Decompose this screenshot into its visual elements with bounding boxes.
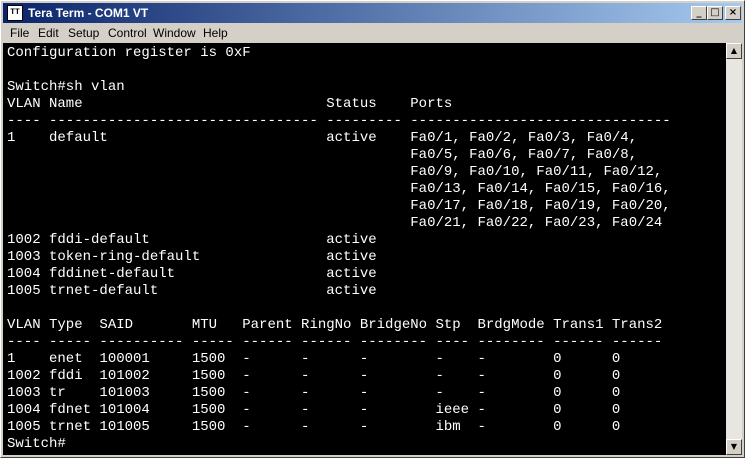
scroll-up-arrow-icon[interactable]: ▲: [726, 43, 742, 59]
terminal-line: Switch#: [7, 436, 66, 452]
terminal-line: VLAN Type SAID MTU Parent RingNo BridgeN…: [7, 317, 663, 333]
terminal-line: VLAN Name Status Ports: [7, 96, 453, 112]
title-bar[interactable]: TT Tera Term - COM1 VT _ □ ×: [3, 3, 742, 23]
close-button[interactable]: ×: [725, 6, 741, 20]
tera-term-window: TT Tera Term - COM1 VT _ □ × File Edit S…: [0, 0, 745, 458]
terminal-line: Fa0/5, Fa0/6, Fa0/7, Fa0/8,: [7, 147, 638, 163]
terminal-line: 1005 trnet-default active: [7, 283, 377, 299]
terminal-line: 1003 token-ring-default active: [7, 249, 377, 265]
tera-term-app-icon[interactable]: TT: [7, 5, 23, 21]
terminal-line: Fa0/9, Fa0/10, Fa0/11, Fa0/12,: [7, 164, 663, 180]
terminal-line: 1002 fddi-default active: [7, 232, 377, 248]
terminal-line: Fa0/21, Fa0/22, Fa0/23, Fa0/24: [7, 215, 663, 231]
scroll-down-arrow-icon[interactable]: ▼: [726, 439, 742, 455]
terminal-line: 1 default active Fa0/1, Fa0/2, Fa0/3, Fa…: [7, 130, 638, 146]
terminal-line: Fa0/17, Fa0/18, Fa0/19, Fa0/20,: [7, 198, 671, 214]
menu-edit[interactable]: Edit: [38, 26, 59, 40]
terminal-line: 1005 trnet 101005 1500 - - - ibm - 0 0: [7, 419, 621, 435]
terminal-line: ---- ----- ---------- ----- ------ -----…: [7, 334, 663, 350]
terminal-screen[interactable]: Configuration register is 0xF Switch#sh v…: [3, 43, 726, 455]
terminal-line: 1004 fdnet 101004 1500 - - - ieee - 0 0: [7, 402, 621, 418]
terminal-line: 1004 fddinet-default active: [7, 266, 377, 282]
minimize-button[interactable]: _: [691, 6, 707, 20]
vertical-scrollbar[interactable]: ▲ ▼: [726, 43, 742, 455]
menu-setup[interactable]: Setup: [68, 26, 99, 40]
terminal-line: 1002 fddi 101002 1500 - - - - - 0 0: [7, 368, 621, 384]
terminal-line: ---- -------------------------------- --…: [7, 113, 671, 129]
terminal-line: Configuration register is 0xF: [7, 45, 251, 61]
terminal-line: 1 enet 100001 1500 - - - - - 0 0: [7, 351, 621, 367]
menu-control[interactable]: Control: [108, 26, 147, 40]
menu-help[interactable]: Help: [203, 26, 228, 40]
terminal-line: Fa0/13, Fa0/14, Fa0/15, Fa0/16,: [7, 181, 671, 197]
menu-bar: File Edit Setup Control Window Help: [3, 24, 742, 42]
terminal-line: Switch#sh vlan: [7, 79, 125, 95]
menu-file[interactable]: File: [10, 26, 29, 40]
terminal-line: 1003 tr 101003 1500 - - - - - 0 0: [7, 385, 621, 401]
maximize-button[interactable]: □: [707, 6, 723, 20]
window-title: Tera Term - COM1 VT: [28, 6, 149, 20]
menu-window[interactable]: Window: [153, 26, 196, 40]
